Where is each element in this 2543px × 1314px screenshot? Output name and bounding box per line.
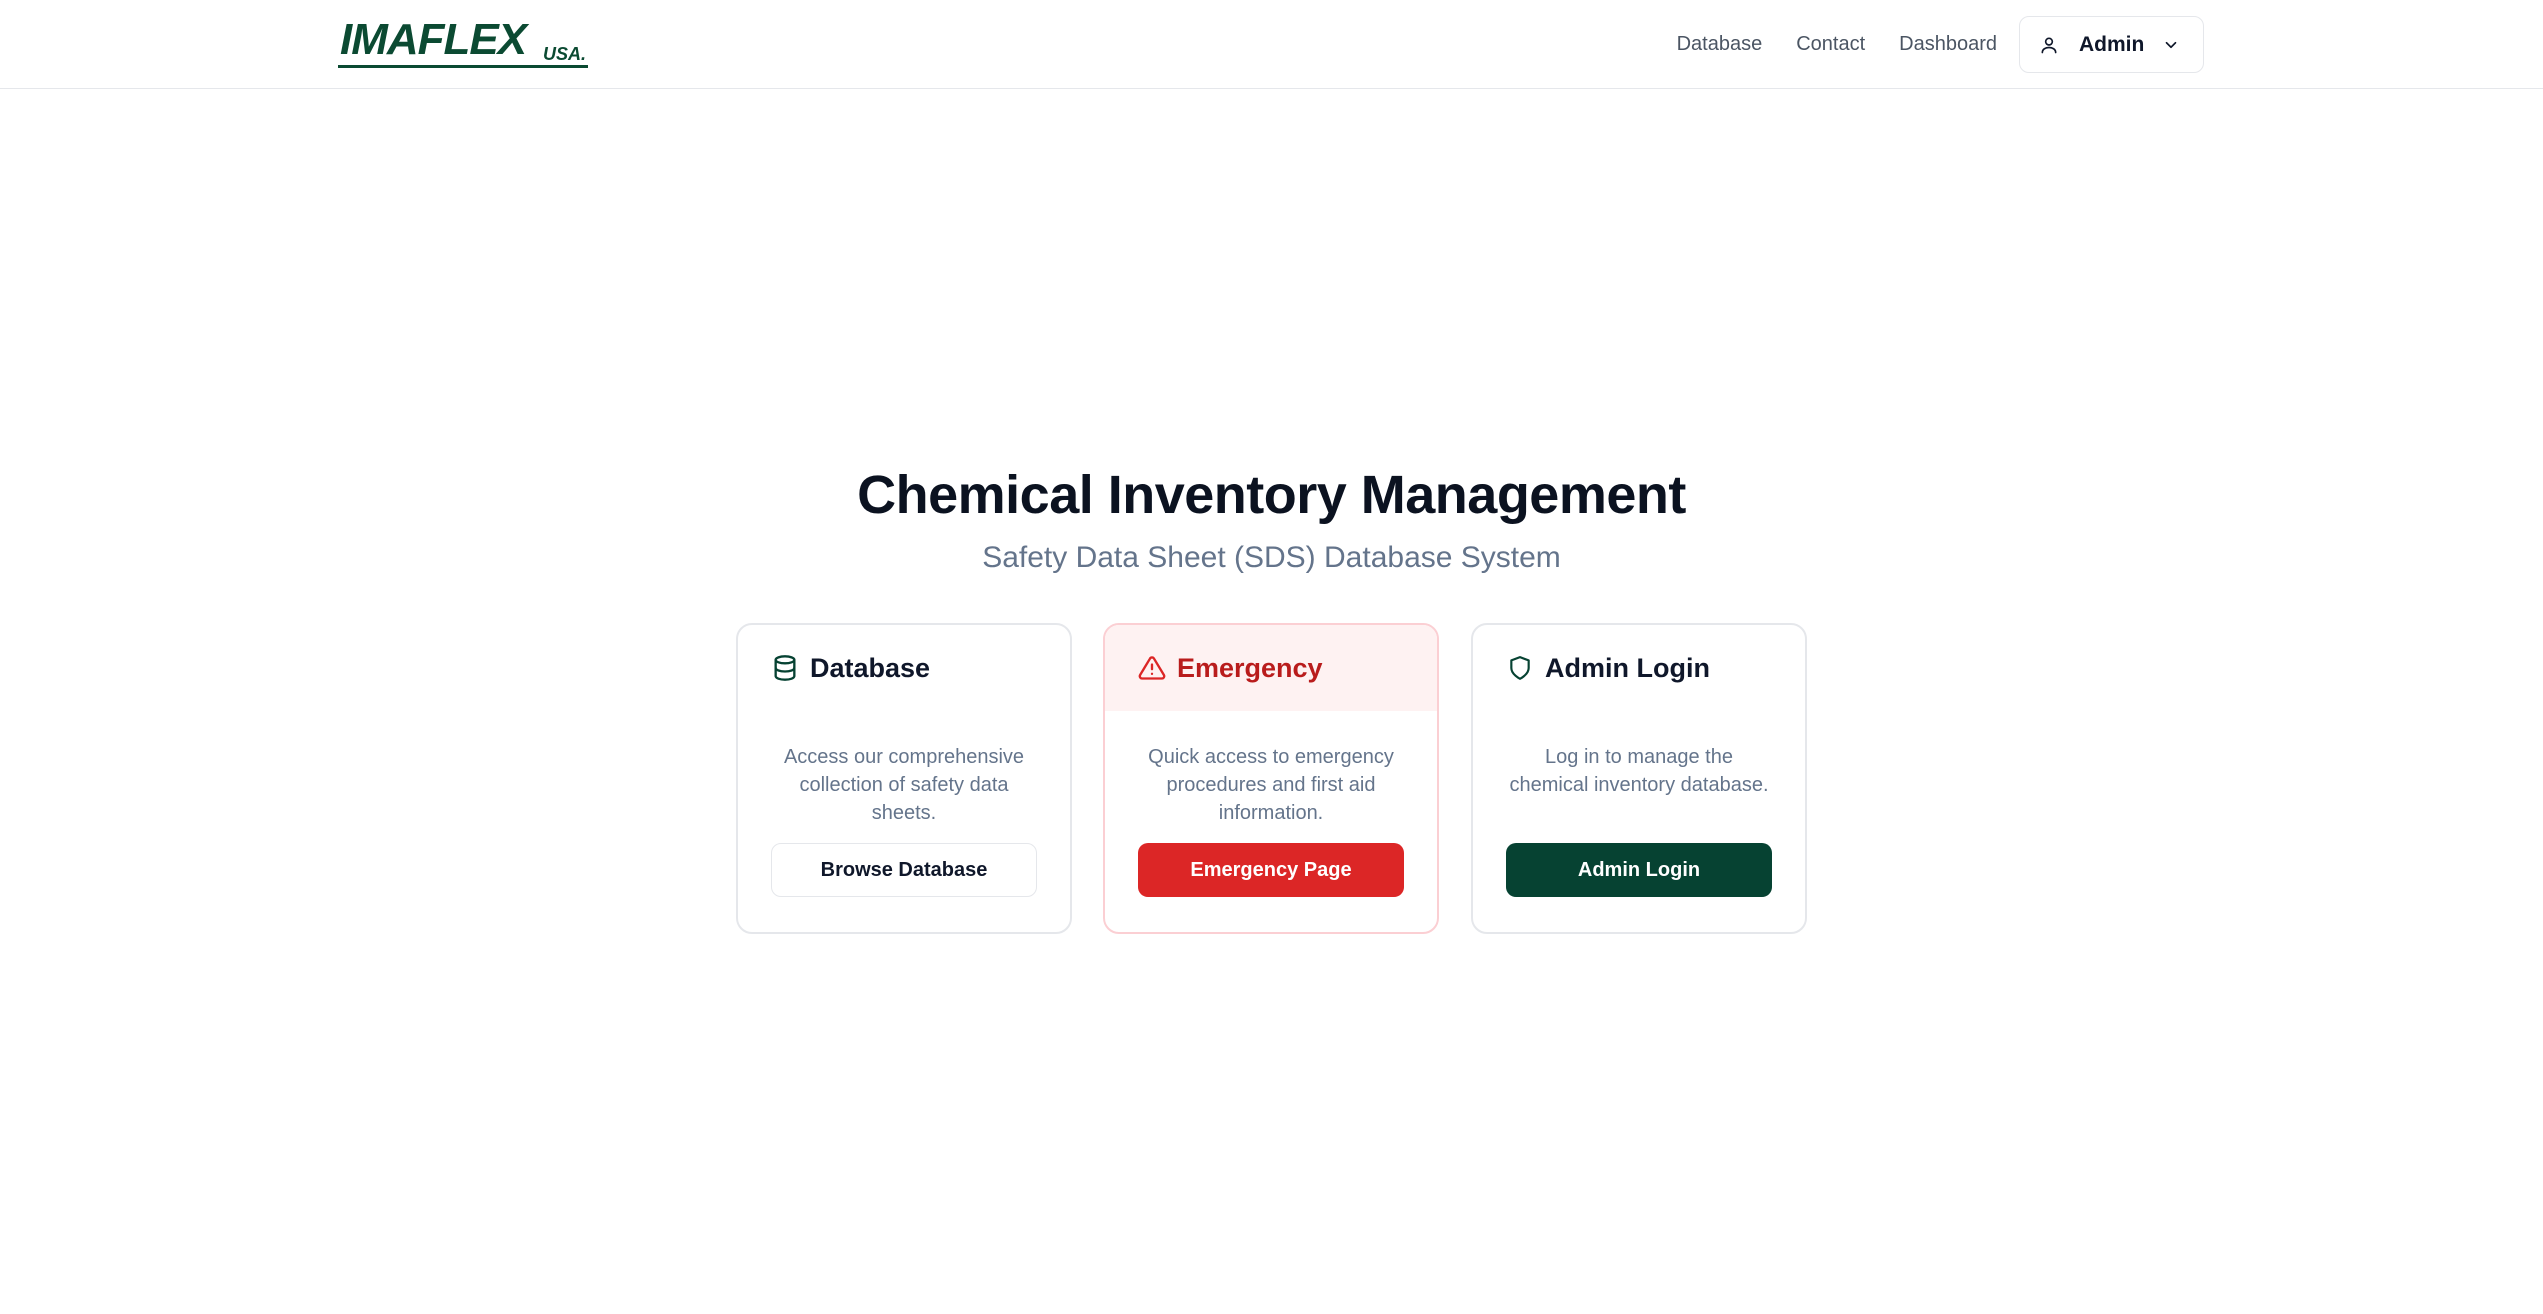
main-nav: Database Contact Dashboard Admin (1677, 16, 2204, 73)
nav-link-database[interactable]: Database (1677, 33, 1763, 56)
database-card-description: Access our comprehensive collection of s… (783, 746, 1025, 824)
page-title: Chemical Inventory Management (857, 465, 1686, 525)
nav-link-dashboard[interactable]: Dashboard (1899, 33, 1997, 56)
alert-triangle-icon (1137, 653, 1167, 683)
admin-login-button[interactable]: Admin Login (1506, 843, 1772, 897)
emergency-card-header: Emergency (1105, 625, 1437, 711)
admin-label: Admin (2079, 32, 2145, 56)
nav-link-contact[interactable]: Contact (1796, 33, 1865, 56)
user-icon (2037, 33, 2061, 57)
emergency-card: Emergency Quick access to emergency proc… (1103, 623, 1439, 934)
admin-login-card-header: Admin Login (1473, 625, 1805, 711)
admin-login-card-description: Log in to manage the chemical inventory … (1509, 746, 1769, 796)
database-card-header: Database (738, 625, 1070, 711)
svg-text:USA.: USA. (543, 44, 586, 64)
emergency-card-description: Quick access to emergency procedures and… (1148, 746, 1394, 824)
top-navbar: IMAFLEX USA. Database Contact Dashboard … (0, 0, 2543, 89)
database-card: Database Access our comprehensive collec… (736, 623, 1072, 934)
page-subtitle: Safety Data Sheet (SDS) Database System (982, 541, 1561, 574)
admin-login-card: Admin Login Log in to manage the chemica… (1471, 623, 1807, 934)
database-icon (770, 653, 800, 683)
emergency-page-button[interactable]: Emergency Page (1138, 843, 1404, 897)
shield-icon (1505, 653, 1535, 683)
svg-text:IMAFLEX: IMAFLEX (340, 20, 530, 64)
database-card-title: Database (810, 652, 931, 683)
emergency-card-title: Emergency (1177, 652, 1323, 683)
admin-user-menu-button[interactable]: Admin (2019, 16, 2204, 73)
admin-login-card-title: Admin Login (1545, 652, 1710, 683)
imaflex-logo[interactable]: IMAFLEX USA. (338, 20, 590, 70)
chevron-down-icon (2161, 35, 2181, 55)
browse-database-button[interactable]: Browse Database (771, 843, 1037, 897)
